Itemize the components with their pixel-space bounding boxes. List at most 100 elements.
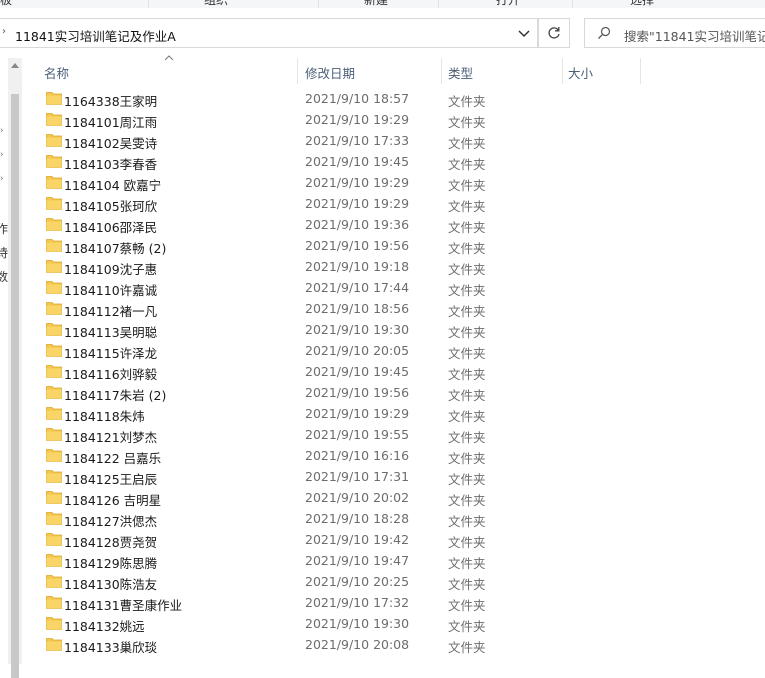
file-name[interactable]: 1184130陈浩友: [64, 574, 157, 593]
file-name[interactable]: 1184112褚一凡: [64, 301, 157, 320]
file-name[interactable]: 1184127洪偲杰: [64, 511, 157, 530]
file-row[interactable]: 1184109沈子惠 2021/9/10 19:18 文件夹: [22, 256, 765, 277]
file-name[interactable]: 1184133巢欣琰: [64, 637, 157, 656]
file-date-modified: 2021/9/10 20:05: [305, 343, 410, 358]
file-date-modified: 2021/9/10 19:29: [305, 112, 410, 127]
file-row[interactable]: 1184127洪偲杰 2021/9/10 18:28 文件夹: [22, 508, 765, 529]
ribbon-group-select[interactable]: 选择: [630, 0, 654, 8]
file-name[interactable]: 1164338王家明: [64, 91, 157, 110]
file-type: 文件夹: [448, 241, 486, 256]
column-divider[interactable]: [297, 58, 298, 84]
column-header-name[interactable]: 名称: [44, 63, 69, 82]
file-name[interactable]: 1184103李春香: [64, 154, 157, 173]
nav-item-label[interactable]: 诗: [0, 244, 8, 261]
breadcrumb-current-folder[interactable]: 11841实习培训笔记及作业A: [15, 26, 176, 45]
column-divider[interactable]: [562, 58, 563, 84]
column-header-row: 名称 修改日期 类型 大小: [22, 55, 765, 84]
file-name[interactable]: 1184122 吕嘉乐: [64, 448, 161, 467]
ribbon-group-clipboard[interactable]: 板: [0, 0, 12, 8]
folder-icon: [46, 428, 62, 441]
file-row[interactable]: 1184125王启辰 2021/9/10 17:31 文件夹: [22, 466, 765, 487]
file-name[interactable]: 1184113吴明聪: [64, 322, 157, 341]
scroll-up-arrow-icon[interactable]: [11, 62, 19, 68]
tree-expand-icon[interactable]: ›: [0, 150, 4, 160]
file-name[interactable]: 1184102吴雯诗: [64, 133, 157, 152]
file-type: 文件夹: [448, 136, 486, 151]
file-name[interactable]: 1184107蔡畅 (2): [64, 238, 166, 257]
folder-icon: [46, 491, 62, 504]
file-row[interactable]: 1184115许泽龙 2021/9/10 20:05 文件夹: [22, 340, 765, 361]
folder-icon: [46, 638, 62, 651]
address-history-dropdown-icon[interactable]: [517, 25, 531, 41]
column-header-type[interactable]: 类型: [448, 63, 473, 82]
file-type: 文件夹: [448, 430, 486, 445]
file-row[interactable]: 1184129陈思腾 2021/9/10 19:47 文件夹: [22, 550, 765, 571]
file-name[interactable]: 1184109沈子惠: [64, 259, 157, 278]
file-name[interactable]: 1184101周江雨: [64, 112, 157, 131]
file-row[interactable]: 1184128贾尧贺 2021/9/10 19:42 文件夹: [22, 529, 765, 550]
file-name[interactable]: 1184104 欧嘉宁: [64, 175, 161, 194]
file-name[interactable]: 1184117朱岩 (2): [64, 385, 166, 404]
column-divider[interactable]: [441, 58, 442, 84]
file-name[interactable]: 1184128贾尧贺: [64, 532, 157, 551]
file-name[interactable]: 1184125王启辰: [64, 469, 157, 488]
file-row[interactable]: 1184130陈浩友 2021/9/10 20:25 文件夹: [22, 571, 765, 592]
breadcrumb-chevron-icon[interactable]: ›: [2, 26, 6, 37]
file-date-modified: 2021/9/10 18:28: [305, 511, 410, 526]
file-name[interactable]: 1184116刘骅毅: [64, 364, 157, 383]
file-row[interactable]: 1184107蔡畅 (2) 2021/9/10 19:56 文件夹: [22, 235, 765, 256]
file-row[interactable]: 1184122 吕嘉乐 2021/9/10 16:16 文件夹: [22, 445, 765, 466]
file-name[interactable]: 1184105张珂欣: [64, 196, 157, 215]
scrollbar-thumb[interactable]: [11, 94, 19, 678]
nav-item-label[interactable]: 作: [0, 220, 8, 237]
file-name[interactable]: 1184126 吉明星: [64, 490, 161, 509]
file-name[interactable]: 1184129陈思腾: [64, 553, 157, 572]
file-row[interactable]: 1184117朱岩 (2) 2021/9/10 19:56 文件夹: [22, 382, 765, 403]
ribbon-group-new[interactable]: 新建: [364, 0, 388, 8]
tree-expand-icon[interactable]: ›: [0, 126, 4, 136]
column-divider[interactable]: [640, 58, 641, 84]
file-row[interactable]: 1184110许嘉诚 2021/9/10 17:44 文件夹: [22, 277, 765, 298]
file-type: 文件夹: [448, 199, 486, 214]
address-bar[interactable]: › 11841实习培训笔记及作业A: [0, 18, 538, 48]
file-row[interactable]: 1184133巢欣琰 2021/9/10 20:08 文件夹: [22, 634, 765, 655]
file-row[interactable]: 1184118朱炜 2021/9/10 19:29 文件夹: [22, 403, 765, 424]
file-row[interactable]: 1184104 欧嘉宁 2021/9/10 19:29 文件夹: [22, 172, 765, 193]
tree-expand-icon[interactable]: ›: [0, 174, 4, 184]
file-row[interactable]: 1184131曹圣康作业 2021/9/10 17:32 文件夹: [22, 592, 765, 613]
file-row[interactable]: 1184121刘梦杰 2021/9/10 19:55 文件夹: [22, 424, 765, 445]
file-name[interactable]: 1184110许嘉诚: [64, 280, 157, 299]
file-row[interactable]: 1184106邵泽民 2021/9/10 19:36 文件夹: [22, 214, 765, 235]
column-header-size[interactable]: 大小: [568, 63, 593, 82]
file-row[interactable]: 1184113吴明聪 2021/9/10 19:30 文件夹: [22, 319, 765, 340]
folder-icon: [46, 575, 62, 588]
column-header-date-modified[interactable]: 修改日期: [305, 63, 355, 82]
file-row[interactable]: 1184105张珂欣 2021/9/10 19:29 文件夹: [22, 193, 765, 214]
file-name[interactable]: 1184118朱炜: [64, 406, 145, 425]
ribbon-group-open[interactable]: 打开: [496, 0, 520, 8]
file-name[interactable]: 1184106邵泽民: [64, 217, 157, 236]
search-placeholder: 搜索"11841实习培训笔记及作业A": [624, 29, 765, 44]
file-name[interactable]: 1184132姚远: [64, 616, 145, 635]
folder-icon: [46, 533, 62, 546]
file-type: 文件夹: [448, 619, 486, 634]
file-name[interactable]: 1184131曹圣康作业: [64, 595, 182, 614]
refresh-button[interactable]: [538, 18, 570, 48]
file-row[interactable]: 1184112褚一凡 2021/9/10 18:56 文件夹: [22, 298, 765, 319]
file-row[interactable]: 1184116刘骅毅 2021/9/10 19:45 文件夹: [22, 361, 765, 382]
file-row[interactable]: 1184103李春香 2021/9/10 19:45 文件夹: [22, 151, 765, 172]
search-input[interactable]: 搜索"11841实习培训笔记及作业A": [584, 18, 765, 48]
navigation-pane-scrollbar[interactable]: [8, 58, 22, 678]
file-row[interactable]: 1164338王家明 2021/9/10 18:57 文件夹: [22, 88, 765, 109]
file-row[interactable]: 1184126 吉明星 2021/9/10 20:02 文件夹: [22, 487, 765, 508]
file-date-modified: 2021/9/10 19:42: [305, 532, 410, 547]
file-type: 文件夹: [448, 157, 486, 172]
file-date-modified: 2021/9/10 19:45: [305, 154, 410, 169]
file-name[interactable]: 1184121刘梦杰: [64, 427, 157, 446]
ribbon-group-organize[interactable]: 组织: [204, 0, 228, 8]
file-name[interactable]: 1184115许泽龙: [64, 343, 157, 362]
file-row[interactable]: 1184101周江雨 2021/9/10 19:29 文件夹: [22, 109, 765, 130]
nav-item-label[interactable]: 数: [0, 268, 8, 285]
file-row[interactable]: 1184102吴雯诗 2021/9/10 17:33 文件夹: [22, 130, 765, 151]
file-row[interactable]: 1184132姚远 2021/9/10 19:30 文件夹: [22, 613, 765, 634]
